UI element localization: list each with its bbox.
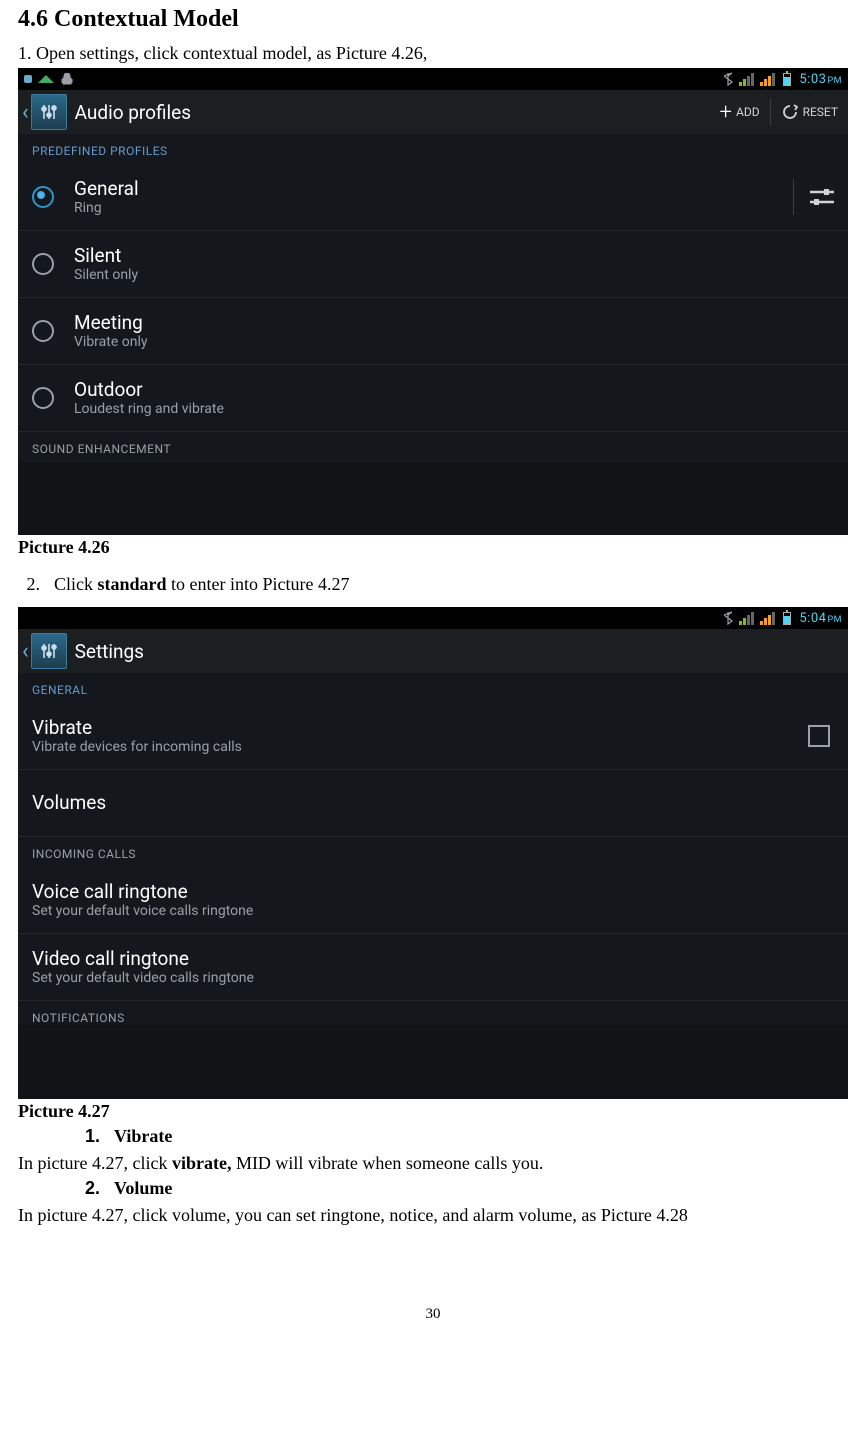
step-2-number: 2. (18, 574, 40, 599)
battery-icon (783, 612, 791, 625)
screenshot-2: 5:04PM ‹ Settings GENERAL Vibrate Vibrat… (18, 607, 848, 1099)
status-bar: 5:04PM (18, 607, 848, 629)
sub-2-body: In picture 4.27, click volume, you can s… (18, 1205, 848, 1226)
radio-on-icon[interactable] (32, 186, 54, 208)
profile-row-outdoor[interactable]: Outdoor Loudest ring and vibrate (18, 365, 848, 432)
bluetooth-icon (724, 611, 733, 625)
app-header: ‹ Settings (18, 629, 848, 673)
step-2-text: Click standard to enter into Picture 4.2… (54, 574, 350, 595)
row-title: Vibrate (32, 717, 808, 739)
status-clock: 5:03PM (799, 72, 842, 87)
notifications-header: NOTIFICATIONS (18, 1001, 848, 1025)
row-subtitle: Loudest ring and vibrate (74, 401, 836, 417)
status-clock: 5:04PM (799, 611, 842, 626)
add-button[interactable]: + ADD (714, 100, 766, 125)
sub-1-body: In picture 4.27, click vibrate, MID will… (18, 1153, 848, 1174)
profile-row-meeting[interactable]: Meeting Vibrate only (18, 298, 848, 365)
radio-off-icon[interactable] (32, 387, 54, 409)
video-ringtone-row[interactable]: Video call ringtone Set your default vid… (18, 934, 848, 1001)
back-icon[interactable]: ‹ (22, 639, 29, 664)
header-title: Audio profiles (75, 101, 714, 124)
row-title: Silent (74, 245, 836, 267)
screenshot-1: 5:03PM ‹ Audio profiles + ADD RESET (18, 68, 848, 535)
row-title: Volumes (32, 792, 836, 814)
voice-ringtone-row[interactable]: Voice call ringtone Set your default voi… (18, 867, 848, 934)
reset-label: RESET (803, 105, 838, 119)
picture-4-27-caption: Picture 4.27 (18, 1101, 848, 1122)
radio-off-icon[interactable] (32, 320, 54, 342)
separator (793, 179, 794, 215)
signal-1-icon (739, 612, 754, 625)
general-section-header: GENERAL (18, 673, 848, 703)
app-header: ‹ Audio profiles + ADD RESET (18, 90, 848, 134)
back-icon[interactable]: ‹ (22, 100, 29, 125)
profile-row-silent[interactable]: Silent Silent only (18, 231, 848, 298)
radio-off-icon[interactable] (32, 253, 54, 275)
settings-app-icon[interactable] (31, 94, 67, 130)
vibrate-row[interactable]: Vibrate Vibrate devices for incoming cal… (18, 703, 848, 770)
page-number: 30 (18, 1306, 848, 1323)
plus-icon: + (720, 100, 732, 125)
separator (770, 99, 771, 125)
row-subtitle: Ring (74, 200, 779, 216)
sub-2-heading: Volume (114, 1178, 172, 1199)
predefined-profiles-header: PREDEFINED PROFILES (18, 134, 848, 164)
volumes-row[interactable]: Volumes (18, 770, 848, 837)
row-title: Meeting (74, 312, 836, 334)
sub-1-number: 1. (78, 1126, 100, 1151)
bluetooth-icon (724, 72, 733, 86)
checkbox-unchecked-icon[interactable] (808, 725, 830, 747)
signal-1-icon (739, 73, 754, 86)
step-1-text: 1. Open settings, click contextual model… (18, 43, 848, 64)
equalizer-icon[interactable] (808, 186, 836, 208)
row-subtitle: Vibrate only (74, 334, 836, 350)
header-title: Settings (75, 640, 844, 663)
settings-app-icon[interactable] (31, 633, 67, 669)
app-tray-icon (24, 75, 32, 83)
row-title: Voice call ringtone (32, 881, 836, 903)
signal-2-icon (760, 73, 775, 86)
status-bar: 5:03PM (18, 68, 848, 90)
battery-icon (783, 73, 791, 86)
picture-4-26-caption: Picture 4.26 (18, 537, 848, 558)
row-subtitle: Set your default voice calls ringtone (32, 903, 836, 919)
signal-2-icon (760, 612, 775, 625)
row-subtitle: Vibrate devices for incoming calls (32, 739, 808, 755)
reset-icon (781, 103, 799, 121)
sub-2-number: 2. (78, 1178, 100, 1203)
sound-enhancement-header: SOUND ENHANCEMENT (18, 432, 848, 462)
row-title: General (74, 178, 779, 200)
incoming-calls-header: INCOMING CALLS (18, 837, 848, 867)
row-subtitle: Silent only (74, 267, 836, 283)
add-label: ADD (736, 105, 760, 119)
section-heading: 4.6 Contextual Model (18, 6, 848, 33)
row-title: Video call ringtone (32, 948, 836, 970)
download-icon (38, 75, 54, 83)
row-subtitle: Set your default video calls ringtone (32, 970, 836, 986)
row-title: Outdoor (74, 379, 836, 401)
profile-row-general[interactable]: General Ring (18, 164, 848, 231)
sub-1-heading: Vibrate (114, 1126, 172, 1147)
reset-button[interactable]: RESET (775, 103, 844, 121)
android-icon (60, 73, 74, 85)
